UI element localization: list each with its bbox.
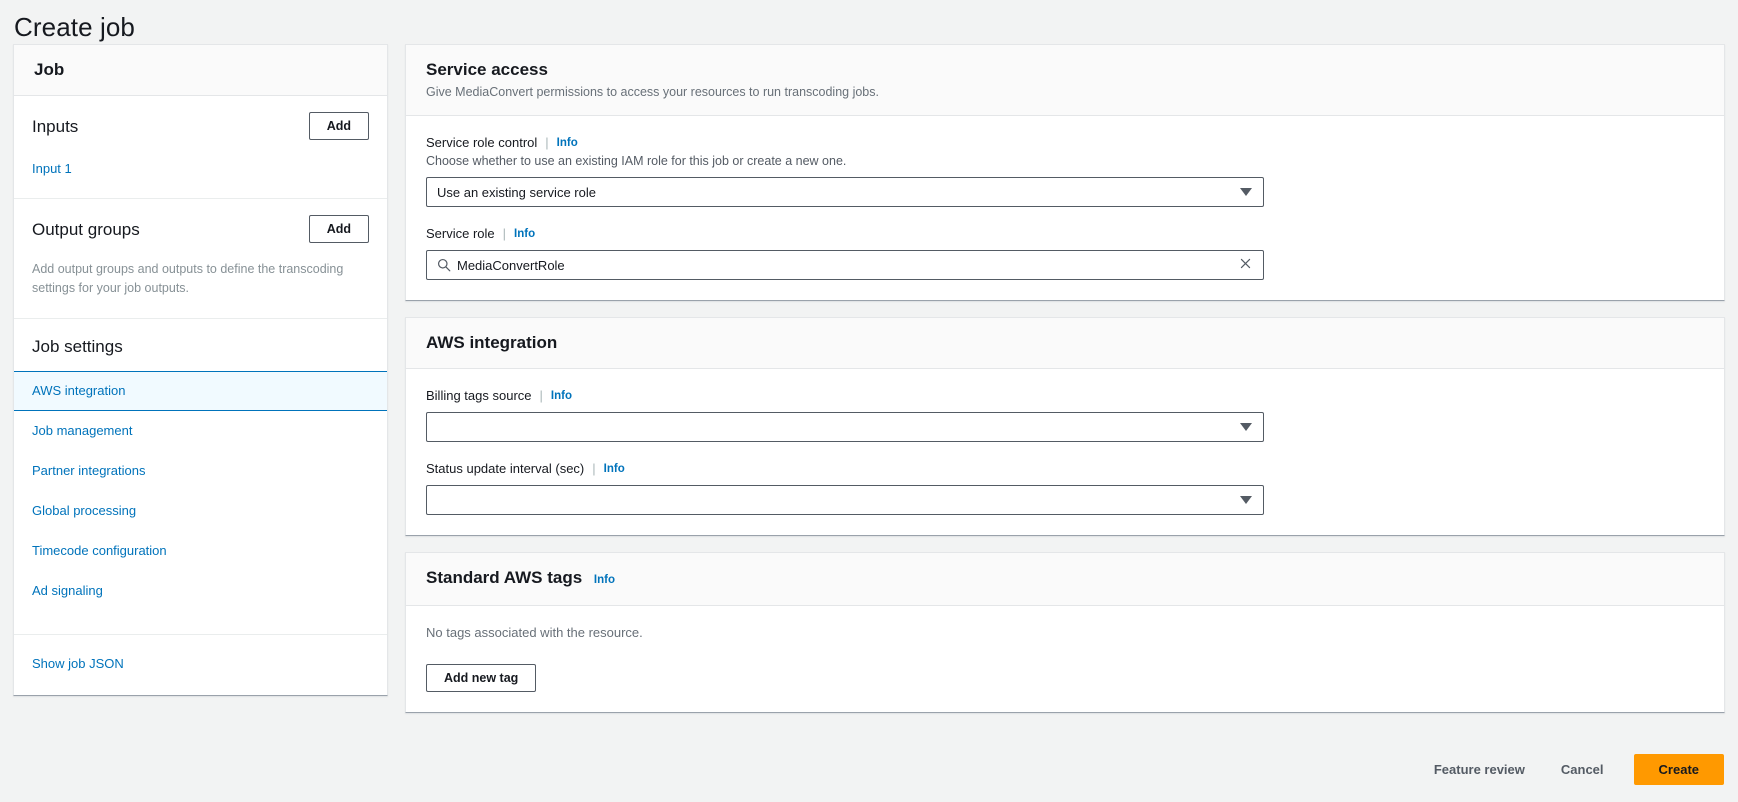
service-access-header: Service access Give MediaConvert permiss… xyxy=(406,45,1724,116)
sidebar-item-label: Job management xyxy=(32,423,132,438)
add-input-button[interactable]: Add xyxy=(309,112,369,140)
job-panel-card: Job Inputs Add Input 1 Output groups Add… xyxy=(13,44,388,696)
service-role-input[interactable]: MediaConvertRole xyxy=(426,250,1264,280)
billing-tags-source-select[interactable] xyxy=(426,412,1264,442)
standard-aws-tags-title: Standard AWS tags xyxy=(426,568,582,587)
page-title: Create job xyxy=(0,0,1738,44)
output-groups-header-row: Output groups Add xyxy=(32,215,369,243)
input-item-1[interactable]: Input 1 xyxy=(32,160,72,178)
sidebar-item-timecode-configuration[interactable]: Timecode configuration xyxy=(14,531,387,571)
output-groups-section: Output groups Add Add output groups and … xyxy=(14,199,387,319)
inputs-section: Inputs Add Input 1 xyxy=(14,96,387,199)
sidebar-item-aws-integration[interactable]: AWS integration xyxy=(14,371,387,411)
create-button[interactable]: Create xyxy=(1634,754,1724,785)
aws-integration-header: AWS integration xyxy=(406,318,1724,369)
output-groups-title: Output groups xyxy=(32,218,140,241)
label-separator: | xyxy=(545,134,548,152)
aws-integration-card: AWS integration Billing tags source | In… xyxy=(405,317,1725,536)
search-icon xyxy=(437,258,451,272)
billing-tags-source-label-row: Billing tags source | Info xyxy=(426,387,1704,405)
service-role-value: MediaConvertRole xyxy=(451,258,1239,273)
inputs-header-row: Inputs Add xyxy=(32,112,369,140)
service-access-description: Give MediaConvert permissions to access … xyxy=(426,84,1704,101)
chevron-down-icon xyxy=(1240,188,1252,196)
output-groups-empty-note: Add output groups and outputs to define … xyxy=(32,260,369,298)
service-role-control-info-link[interactable]: Info xyxy=(557,134,578,152)
sidebar-item-ad-signaling[interactable]: Ad signaling xyxy=(14,571,387,611)
close-icon[interactable] xyxy=(1239,257,1252,274)
status-update-interval-field: Status update interval (sec) | Info xyxy=(426,460,1704,515)
chevron-down-icon xyxy=(1240,423,1252,431)
chevron-down-icon xyxy=(1240,496,1252,504)
service-role-control-field: Service role control | Info Choose wheth… xyxy=(426,134,1704,207)
label-separator: | xyxy=(592,460,595,478)
sidebar-item-global-processing[interactable]: Global processing xyxy=(14,491,387,531)
sidebar-item-label: Ad signaling xyxy=(32,583,103,598)
tags-empty-text: No tags associated with the resource. xyxy=(426,624,1704,642)
billing-tags-source-field: Billing tags source | Info xyxy=(426,387,1704,442)
service-access-body: Service role control | Info Choose wheth… xyxy=(406,116,1724,300)
standard-aws-tags-card: Standard AWS tags Info No tags associate… xyxy=(405,552,1725,713)
service-role-field: Service role | Info MediaConvertRole xyxy=(426,225,1704,280)
inputs-title: Inputs xyxy=(32,115,78,138)
standard-aws-tags-info-link[interactable]: Info xyxy=(594,574,615,586)
job-panel-title: Job xyxy=(34,59,367,81)
sidebar-item-label: AWS integration xyxy=(32,383,125,398)
sidebar-item-job-management[interactable]: Job management xyxy=(14,411,387,451)
service-role-control-value: Use an existing service role xyxy=(427,185,1240,200)
standard-aws-tags-header: Standard AWS tags Info xyxy=(406,553,1724,606)
job-panel-column: Job Inputs Add Input 1 Output groups Add… xyxy=(13,44,388,696)
settings-column: Service access Give MediaConvert permiss… xyxy=(405,44,1725,713)
status-update-interval-select[interactable] xyxy=(426,485,1264,515)
service-access-card: Service access Give MediaConvert permiss… xyxy=(405,44,1725,301)
sidebar-item-label: Partner integrations xyxy=(32,463,145,478)
feature-review-button[interactable]: Feature review xyxy=(1416,754,1543,785)
aws-integration-body: Billing tags source | Info Status update… xyxy=(406,369,1724,535)
status-update-interval-label: Status update interval (sec) xyxy=(426,460,584,478)
billing-tags-source-label: Billing tags source xyxy=(426,387,532,405)
job-settings-nav: AWS integration Job management Partner i… xyxy=(14,371,387,611)
label-separator: | xyxy=(503,225,506,243)
status-update-interval-label-row: Status update interval (sec) | Info xyxy=(426,460,1704,478)
status-update-interval-info-link[interactable]: Info xyxy=(604,460,625,478)
standard-aws-tags-body: No tags associated with the resource. Ad… xyxy=(406,606,1724,712)
add-new-tag-button[interactable]: Add new tag xyxy=(426,664,536,692)
show-job-json-row: Show job JSON xyxy=(14,635,387,695)
service-role-info-link[interactable]: Info xyxy=(514,225,535,243)
billing-tags-source-info-link[interactable]: Info xyxy=(551,387,572,405)
job-settings-title: Job settings xyxy=(14,319,387,371)
service-role-control-label: Service role control xyxy=(426,134,537,152)
cancel-button[interactable]: Cancel xyxy=(1543,754,1622,785)
add-new-tag-row: Add new tag xyxy=(426,664,1704,692)
service-role-control-label-row: Service role control | Info xyxy=(426,134,1704,152)
sidebar-item-partner-integrations[interactable]: Partner integrations xyxy=(14,451,387,491)
page-content: Job Inputs Add Input 1 Output groups Add… xyxy=(0,44,1738,744)
add-output-group-button[interactable]: Add xyxy=(309,215,369,243)
label-separator: | xyxy=(540,387,543,405)
job-panel-header: Job xyxy=(14,45,387,96)
service-access-title: Service access xyxy=(426,59,1704,81)
aws-integration-title: AWS integration xyxy=(426,332,1704,354)
service-role-control-select[interactable]: Use an existing service role xyxy=(426,177,1264,207)
service-role-label: Service role xyxy=(426,225,495,243)
service-role-label-row: Service role | Info xyxy=(426,225,1704,243)
service-role-control-description: Choose whether to use an existing IAM ro… xyxy=(426,153,1704,170)
show-job-json-link[interactable]: Show job JSON xyxy=(32,655,124,673)
standard-aws-tags-title-row: Standard AWS tags Info xyxy=(426,567,1704,591)
sidebar-item-label: Timecode configuration xyxy=(32,543,167,558)
footer-actions: Feature review Cancel Create xyxy=(0,736,1738,802)
job-settings-section: Job settings AWS integration Job managem… xyxy=(14,319,387,695)
sidebar-item-label: Global processing xyxy=(32,503,136,518)
